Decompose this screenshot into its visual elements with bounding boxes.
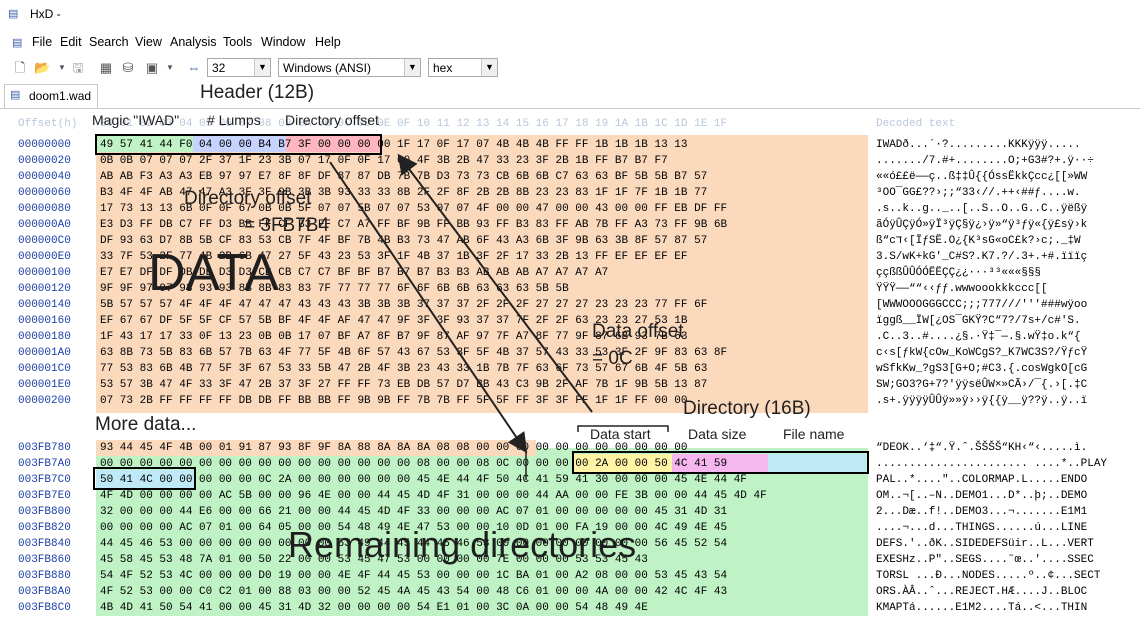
more-data-label: More data... bbox=[95, 414, 197, 435]
dir-offset-note: Directory offset bbox=[184, 188, 312, 209]
dir-offset-value: = 3FB7B4 bbox=[244, 215, 330, 236]
data-start-label: Data start bbox=[590, 426, 651, 442]
dir-offset-arrow bbox=[329, 161, 528, 454]
file-name-label: File name bbox=[783, 426, 845, 442]
header-label: Header (12B) bbox=[200, 82, 315, 103]
dir-offset-label: Directory offset bbox=[285, 112, 379, 128]
directory-label: Directory (16B) bbox=[683, 398, 811, 419]
remaining-directories-label: Remaining directories bbox=[288, 524, 637, 565]
data-offset-arrow bbox=[397, 153, 593, 413]
magic-label: Magic "IWAD" bbox=[92, 112, 180, 128]
data-label: DATA bbox=[148, 244, 279, 302]
lumps-label: # Lumps bbox=[207, 112, 261, 128]
data-size-label: Data size bbox=[688, 426, 747, 442]
data-offset-label: Data offset bbox=[592, 321, 684, 342]
data-offset-value: = 0C bbox=[592, 348, 633, 369]
